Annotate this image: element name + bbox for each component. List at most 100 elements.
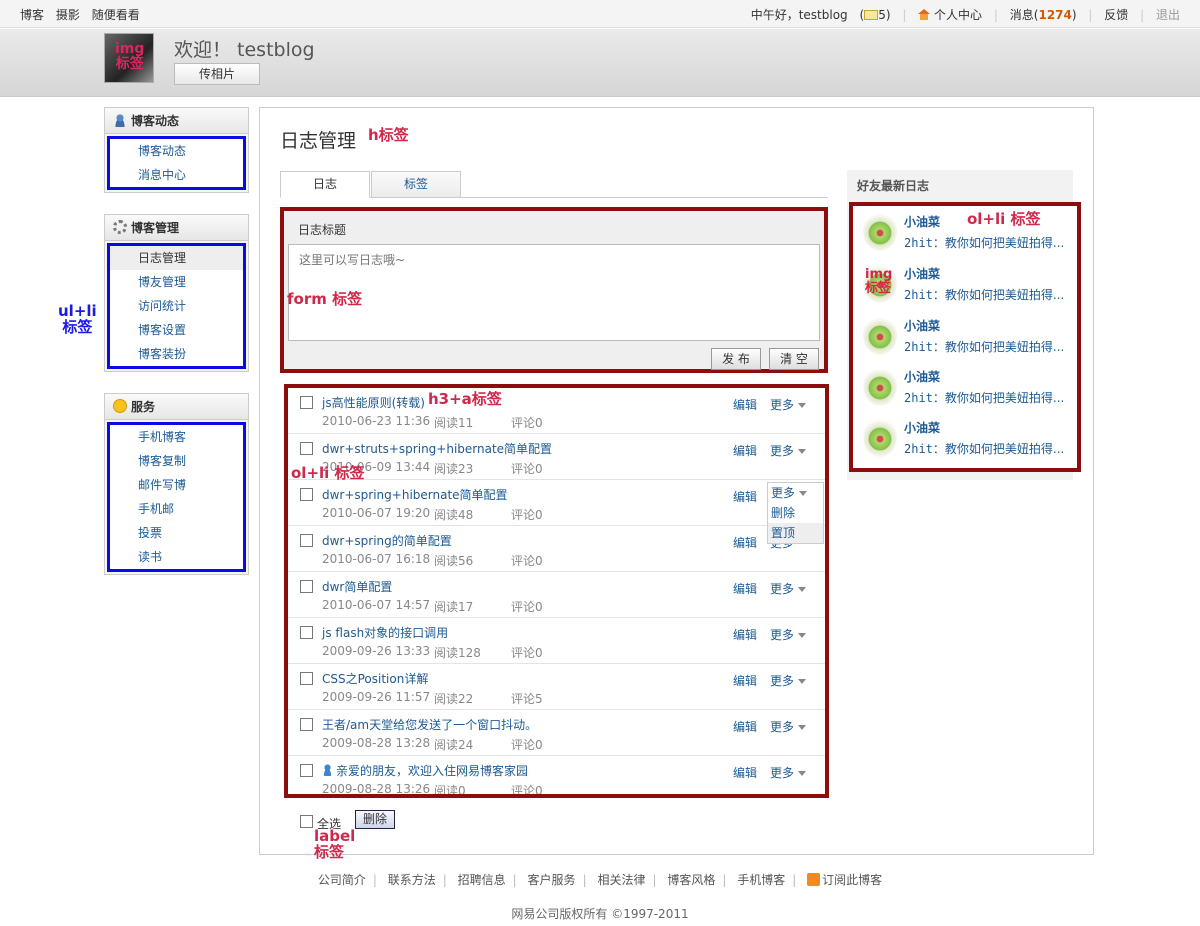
more-dropdown[interactable]: 更多 <box>770 396 806 413</box>
footer-link-about[interactable]: 公司简介 <box>318 873 366 887</box>
footer-link-style[interactable]: 博客风格 <box>667 873 715 887</box>
post-checkbox[interactable] <box>300 764 313 777</box>
post-title-link[interactable]: dwr+struts+spring+hibernate简单配置 <box>322 440 552 457</box>
more-dropdown[interactable]: 更多 <box>770 764 806 781</box>
footer-link-mobile[interactable]: 手机博客 <box>737 873 785 887</box>
nav-blog-link[interactable]: 博客 <box>20 8 44 22</box>
friend-avatar[interactable] <box>863 211 897 251</box>
select-all-checkbox[interactable] <box>300 815 313 828</box>
post-title-link[interactable]: 王者/am天堂给您发送了一个窗口抖动。 <box>322 716 537 733</box>
sidebar-item-blog-dynamics[interactable]: 博客动态 <box>110 139 243 163</box>
sidebar-item-reading[interactable]: 读书 <box>110 545 243 569</box>
more-dropdown[interactable]: 更多 <box>770 672 806 689</box>
sidebar-item-mobile-blog[interactable]: 手机博客 <box>110 425 243 449</box>
blog-header: img 标签 欢迎！ testblog 传相片 <box>0 29 1200 97</box>
sidebar-item-vote[interactable]: 投票 <box>110 521 243 545</box>
post-checkbox[interactable] <box>300 534 313 547</box>
friend-name[interactable]: 小油菜 <box>904 368 940 385</box>
footer-link-jobs[interactable]: 招聘信息 <box>458 873 506 887</box>
post-checkbox[interactable] <box>300 718 313 731</box>
post-title-link[interactable]: dwr简单配置 <box>322 578 392 595</box>
logout-link[interactable]: 退出 <box>1156 8 1180 22</box>
friend-post-author: 2hit <box>904 391 933 405</box>
sidebar-section-title: 服务 <box>131 400 156 414</box>
friend-post-title: ：教你如何把美妞拍得... <box>932 288 1065 302</box>
sidebar-item-message-center[interactable]: 消息中心 <box>110 163 243 187</box>
post-title-link[interactable]: dwr+spring的简单配置 <box>322 532 452 549</box>
friend-post-link[interactable]: 2hit：教你如何把美妞拍得... <box>904 440 1074 457</box>
friend-name[interactable]: 小油菜 <box>904 419 940 436</box>
tab-posts[interactable]: 日志 <box>280 171 370 198</box>
friend-name[interactable]: 小油菜 <box>904 317 940 334</box>
edit-link[interactable]: 编辑 <box>733 626 757 643</box>
edit-link[interactable]: 编辑 <box>733 580 757 597</box>
delete-button[interactable]: 删除 <box>355 810 395 829</box>
sidebar-item-blog-copy[interactable]: 博客复制 <box>110 449 243 473</box>
post-content-input[interactable] <box>288 244 820 341</box>
edit-link[interactable]: 编辑 <box>733 396 757 413</box>
footer-link-legal[interactable]: 相关法律 <box>597 873 645 887</box>
friend-avatar[interactable] <box>863 315 897 355</box>
sidebar-item-mobile-mail[interactable]: 手机邮 <box>110 497 243 521</box>
friend-post-title: ：教你如何把美妞拍得... <box>932 391 1065 405</box>
upload-photo-button[interactable]: 传相片 <box>174 63 260 85</box>
mail-link[interactable]: (5) <box>860 8 891 22</box>
edit-link[interactable]: 编辑 <box>733 442 757 459</box>
more-dropdown[interactable]: 更多 <box>770 442 806 459</box>
sidebar-item-visit-stats[interactable]: 访问统计 <box>110 294 243 318</box>
post-title-link[interactable]: js flash对象的接口调用 <box>322 624 448 641</box>
more-dropdown[interactable]: 更多 <box>768 483 823 503</box>
post-checkbox[interactable] <box>300 488 313 501</box>
post-checkbox[interactable] <box>300 626 313 639</box>
edit-link[interactable]: 编辑 <box>733 718 757 735</box>
post-title-link[interactable]: 亲爱的朋友，欢迎入住网易博客家园 <box>322 762 528 779</box>
edit-link[interactable]: 编辑 <box>733 672 757 689</box>
edit-link[interactable]: 编辑 <box>733 488 757 505</box>
friend-post-link[interactable]: 2hit：教你如何把美妞拍得... <box>904 234 1074 251</box>
sidebar-item-blog-decoration[interactable]: 博客装扮 <box>110 342 243 366</box>
more-dropdown[interactable]: 更多 <box>770 626 806 643</box>
menu-item-delete[interactable]: 删除 <box>768 503 823 523</box>
more-dropdown[interactable]: 更多 <box>770 580 806 597</box>
sidebar-item-blog-settings[interactable]: 博客设置 <box>110 318 243 342</box>
friend-name[interactable]: 小油菜 <box>904 213 940 230</box>
post-title-link[interactable]: js高性能原则(转载) <box>322 394 425 411</box>
more-dropdown[interactable]: 更多 <box>770 718 806 735</box>
friend-post-title: ：教你如何把美妞拍得... <box>932 340 1065 354</box>
post-row: dwr+struts+spring+hibernate简单配置 2010-06-… <box>288 434 825 480</box>
post-title-text: 亲爱的朋友，欢迎入住网易博客家园 <box>336 764 529 778</box>
friend-avatar[interactable] <box>863 366 897 406</box>
friend-post-link[interactable]: 2hit：教你如何把美妞拍得... <box>904 286 1074 303</box>
sidebar-item-post-management[interactable]: 日志管理 <box>110 246 243 270</box>
post-checkbox[interactable] <box>300 672 313 685</box>
nav-random-link[interactable]: 随便看看 <box>92 8 140 22</box>
friend-name[interactable]: 小油菜 <box>904 265 940 282</box>
menu-item-pin[interactable]: 置顶 <box>768 523 823 543</box>
personal-center-link[interactable]: 个人中心 <box>918 8 982 22</box>
post-title-link[interactable]: CSS之Position详解 <box>322 670 428 687</box>
clear-button[interactable]: 清 空 <box>769 348 819 370</box>
post-checkbox[interactable] <box>300 396 313 409</box>
avatar[interactable]: img 标签 <box>104 33 154 83</box>
post-checkbox[interactable] <box>300 580 313 593</box>
sidebar-item-friend-management[interactable]: 博友管理 <box>110 270 243 294</box>
tab-bar: 日志 标签 <box>280 171 828 198</box>
edit-link[interactable]: 编辑 <box>733 764 757 781</box>
sidebar-item-email-post[interactable]: 邮件写博 <box>110 473 243 497</box>
footer-link-subscribe[interactable]: 订阅此博客 <box>807 873 882 887</box>
publish-button[interactable]: 发 布 <box>711 348 761 370</box>
feedback-link[interactable]: 反馈 <box>1104 8 1128 22</box>
friend-avatar[interactable] <box>863 417 897 457</box>
page-title: 日志管理 <box>280 130 357 152</box>
footer-link-contact[interactable]: 联系方法 <box>388 873 436 887</box>
greeting: 中午好，testblog <box>750 8 848 22</box>
footer-link-service[interactable]: 客户服务 <box>528 873 576 887</box>
nav-photo-link[interactable]: 摄影 <box>56 8 80 22</box>
edit-link[interactable]: 编辑 <box>733 534 757 551</box>
post-checkbox[interactable] <box>300 442 313 455</box>
friend-post-link[interactable]: 2hit：教你如何把美妞拍得... <box>904 389 1074 406</box>
friend-post-link[interactable]: 2hit：教你如何把美妞拍得... <box>904 338 1074 355</box>
tab-tags[interactable]: 标签 <box>371 171 461 198</box>
messages-link[interactable]: 消息(1274) <box>1010 8 1077 22</box>
post-title-link[interactable]: dwr+spring+hibernate简单配置 <box>322 486 508 503</box>
